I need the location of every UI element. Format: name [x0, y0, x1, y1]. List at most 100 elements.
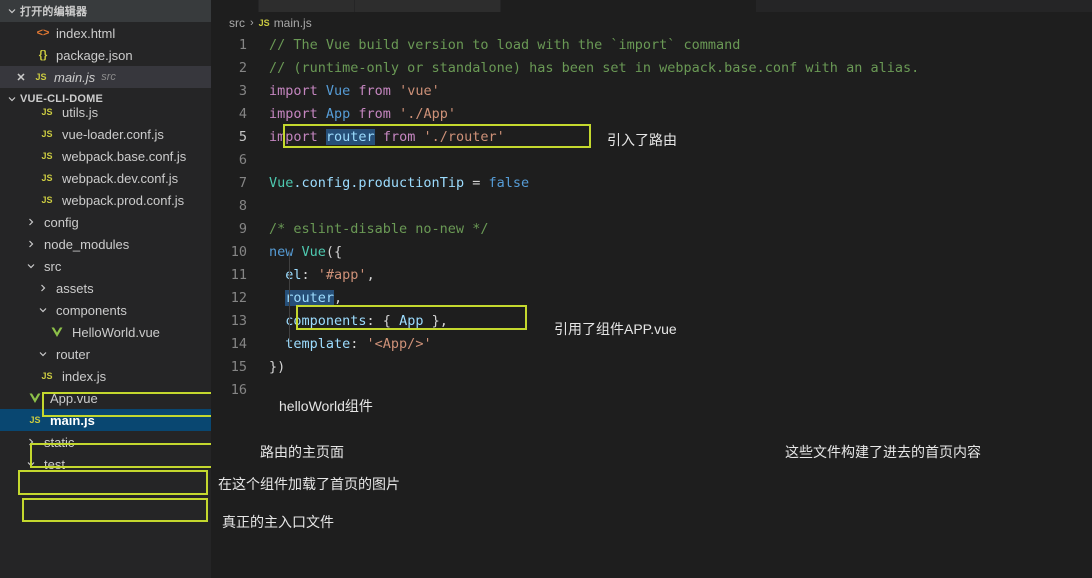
line-number: 9 [238, 221, 247, 237]
open-editor-item-main-js[interactable]: ✕ JS main.js src [0, 66, 211, 88]
tree-item-node-modules[interactable]: node_modules [0, 233, 211, 255]
code-line[interactable]: 2 // (runtime-only or standalone) has bee… [211, 57, 1092, 80]
line-number: 14 [230, 336, 247, 352]
tree-item-app-vue[interactable]: App.vue [0, 387, 211, 409]
tree-item-static[interactable]: static [0, 431, 211, 453]
code-line[interactable]: 12 router, [211, 287, 1092, 310]
tree-item-label: webpack.dev.conf.js [62, 170, 179, 186]
annotation-components-app: 引用了组件APP.vue [554, 321, 677, 337]
code-token: from [350, 83, 400, 99]
code-token: = [464, 175, 489, 191]
code-line[interactable]: 1 // The Vue build version to load with t… [211, 34, 1092, 57]
editor-tab-bar[interactable] [211, 0, 1092, 12]
tree-item-webpack-prod-conf-js[interactable]: JS webpack.prod.conf.js [0, 189, 211, 211]
code-lines-container[interactable]: 1 // The Vue build version to load with t… [211, 34, 1092, 402]
line-number: 11 [230, 267, 247, 283]
code-line[interactable]: 3 import Vue from 'vue' [211, 80, 1092, 103]
line-number: 2 [238, 60, 247, 76]
open-editor-item-index-html[interactable]: <> index.html [0, 22, 211, 44]
annotation-files-build-home: 这些文件构建了进去的首页内容 [785, 444, 981, 460]
chevron-right-icon [24, 237, 38, 252]
code-editor-panel[interactable]: src › JS main.js 1 // The Vue build versi… [211, 0, 1092, 578]
js-icon: JS [41, 195, 53, 205]
code-line[interactable]: 11 el: '#app', [211, 264, 1092, 287]
tree-item-helloworld-vue[interactable]: HelloWorld.vue [0, 321, 211, 343]
close-icon[interactable]: ✕ [12, 71, 30, 84]
code-line[interactable]: 4 import App from './App' [211, 103, 1092, 126]
code-token: import [269, 106, 326, 122]
tree-item-webpack-dev-conf-js[interactable]: JS webpack.dev.conf.js [0, 167, 211, 189]
tree-item-label: App.vue [50, 390, 98, 406]
chevron-down-icon [24, 259, 38, 274]
code-line-text[interactable]: new Vue({ [261, 241, 342, 264]
open-editor-label: package.json [56, 47, 133, 63]
tree-item-router-index-js[interactable]: JS index.js [0, 365, 211, 387]
line-number: 5 [238, 129, 247, 145]
tab-stub[interactable] [259, 0, 355, 12]
chevron-right-icon: › [250, 17, 254, 29]
js-icon: JS [41, 173, 53, 183]
line-number: 10 [230, 244, 247, 260]
code-token: App [399, 313, 424, 329]
tab-stub-active[interactable] [501, 0, 757, 12]
code-line-text[interactable]: // (runtime-only or standalone) has been… [261, 57, 919, 80]
code-line[interactable]: 9 /* eslint-disable no-new */ [211, 218, 1092, 241]
breadcrumb-file[interactable]: main.js [274, 16, 312, 30]
line-number: 8 [238, 198, 247, 214]
tree-item-assets[interactable]: assets [0, 277, 211, 299]
tree-item-utils-js[interactable]: JS utils.js [0, 101, 211, 123]
tab-stub[interactable] [211, 0, 259, 12]
tree-item-label: HelloWorld.vue [72, 324, 160, 340]
code-line[interactable]: 8 [211, 195, 1092, 218]
tree-item-src[interactable]: src [0, 255, 211, 277]
code-line[interactable]: 15}) [211, 356, 1092, 379]
code-line-text[interactable]: Vue.config.productionTip = false [261, 172, 529, 195]
tree-item-main-js[interactable]: JS main.js [0, 409, 211, 431]
open-editors-section-header[interactable]: 打开的编辑器 [0, 0, 211, 22]
tree-item-test[interactable]: test [0, 453, 211, 475]
code-line[interactable]: 6 [211, 149, 1092, 172]
code-token: : [301, 267, 318, 283]
tree-item-webpack-base-conf-js[interactable]: JS webpack.base.conf.js [0, 145, 211, 167]
annotation-app-vue: 在这个组件加载了首页的图片 [218, 476, 400, 492]
code-line-text[interactable]: el: '#app', [261, 264, 374, 287]
code-line-text[interactable]: router, [261, 287, 342, 310]
code-token: Vue [325, 83, 351, 99]
tree-item-vue-loader-conf-js[interactable]: JS vue-loader.conf.js [0, 123, 211, 145]
code-token: false [488, 175, 530, 191]
file-tree[interactable]: JS utils.js JS vue-loader.conf.js JS web… [0, 101, 211, 475]
code-line[interactable]: 7 Vue.config.productionTip = false [211, 172, 1092, 195]
tree-item-router[interactable]: router [0, 343, 211, 365]
code-line-text[interactable]: // The Vue build version to load with th… [261, 34, 740, 57]
tree-item-config[interactable]: config [0, 211, 211, 233]
code-token: Vue [269, 175, 294, 191]
explorer-sidebar[interactable]: 打开的编辑器 <> index.html {} package.json ✕ J… [0, 0, 211, 578]
open-editors-label: 打开的编辑器 [20, 6, 88, 18]
tree-item-label: node_modules [44, 236, 130, 252]
code-token: from [374, 129, 424, 145]
code-line-text[interactable]: /* eslint-disable no-new */ [261, 218, 488, 241]
code-line-text[interactable]: import Vue from 'vue' [261, 80, 440, 103]
code-line-text[interactable]: import router from './router' [261, 126, 505, 149]
tree-item-label: utils.js [62, 104, 99, 120]
line-number: 4 [238, 106, 247, 122]
js-icon: JS [258, 18, 270, 28]
code-line-text[interactable]: }) [261, 356, 285, 379]
code-token: from [350, 106, 400, 122]
breadcrumb[interactable]: src › JS main.js [211, 12, 1092, 34]
code-line[interactable]: 10 new Vue({ [211, 241, 1092, 264]
tab-stub[interactable] [355, 0, 501, 12]
tree-item-components[interactable]: components [0, 299, 211, 321]
tree-item-label: main.js [50, 412, 95, 428]
open-editor-item-package-json[interactable]: {} package.json [0, 44, 211, 66]
chevron-down-icon [24, 457, 38, 472]
code-token: // The Vue build version to load with th… [269, 37, 741, 53]
line-number: 13 [230, 313, 247, 329]
js-icon: JS [41, 129, 53, 139]
code-line-text[interactable]: template: '<App/>' [261, 333, 431, 356]
code-line-text[interactable]: import App from './App' [261, 103, 456, 126]
indent-guide [289, 250, 290, 342]
highlight-box-main-js [22, 498, 208, 522]
breadcrumb-folder[interactable]: src [229, 16, 245, 30]
